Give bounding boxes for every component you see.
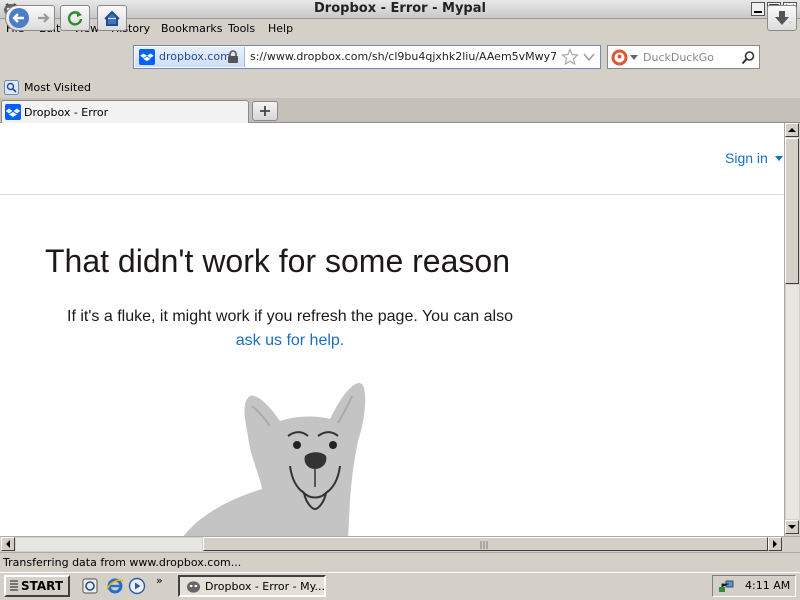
scroll-right-button[interactable] bbox=[768, 537, 782, 551]
vertical-scroll-thumb[interactable] bbox=[785, 138, 799, 284]
minimize-button[interactable] bbox=[751, 2, 765, 16]
back-forward-group bbox=[5, 5, 55, 31]
search-engine-dropdown-icon[interactable] bbox=[630, 55, 638, 61]
scroll-left-button[interactable] bbox=[1, 537, 15, 551]
home-button[interactable] bbox=[97, 5, 127, 31]
lock-icon bbox=[228, 50, 238, 63]
new-tab-button[interactable] bbox=[252, 101, 278, 121]
back-button[interactable] bbox=[6, 6, 32, 30]
back-arrow-icon bbox=[9, 8, 29, 28]
menu-help[interactable]: Help bbox=[268, 22, 293, 35]
menu-help-label: Help bbox=[268, 22, 294, 35]
bookmark-star-icon[interactable] bbox=[561, 48, 579, 66]
quicklaunch-ie-icon[interactable] bbox=[106, 577, 124, 595]
url-input[interactable]: s://www.dropbox.com/sh/cl9bu4qjxhk2liu/A… bbox=[250, 50, 556, 66]
sign-in-link[interactable]: Sign in bbox=[725, 150, 784, 166]
most-visited-folder-icon bbox=[4, 80, 19, 95]
menu-bookmarks[interactable]: Bookmarks bbox=[161, 22, 222, 35]
status-text: Transferring data from www.dropbox.com..… bbox=[3, 556, 242, 569]
tab-label: Dropbox - Error bbox=[24, 106, 109, 119]
error-heading: That didn't work for some reason bbox=[45, 243, 510, 279]
forward-arrow-icon bbox=[38, 13, 50, 23]
downloads-button[interactable] bbox=[767, 5, 797, 31]
page-viewport: Sign in That didn't work for some reason… bbox=[0, 123, 784, 536]
status-bar: Transferring data from www.dropbox.com..… bbox=[0, 552, 800, 572]
sign-in-label: Sign in bbox=[725, 150, 768, 166]
scroll-down-arrow-icon bbox=[788, 525, 796, 529]
scroll-up-button[interactable] bbox=[785, 123, 799, 137]
search-icon[interactable] bbox=[741, 50, 756, 65]
reload-icon bbox=[67, 11, 83, 26]
system-tray: 4:11 AM bbox=[712, 575, 796, 597]
tab-dropbox-error[interactable]: Dropbox - Error bbox=[1, 100, 249, 123]
error-message-text: If it's a fluke, it might work if you re… bbox=[67, 308, 513, 325]
download-arrow-icon bbox=[775, 11, 789, 25]
start-grip-icon bbox=[10, 580, 18, 591]
bookmarks-toolbar: Most Visited bbox=[0, 77, 800, 98]
horizontal-scrollbar[interactable] bbox=[0, 536, 800, 552]
site-identity-box[interactable]: dropbox.com bbox=[135, 47, 245, 67]
scroll-grip-icon bbox=[480, 541, 488, 549]
plus-icon bbox=[260, 106, 270, 116]
menu-bookmarks-label: Bookmarks bbox=[161, 22, 223, 35]
vertical-scrollbar[interactable] bbox=[784, 123, 800, 536]
taskbar-mypal-icon bbox=[186, 581, 201, 593]
scroll-right-arrow-icon bbox=[773, 540, 777, 548]
quicklaunch-media-player-icon[interactable] bbox=[128, 577, 146, 595]
identity-domain: dropbox.com bbox=[159, 50, 231, 63]
taskbar-item-label: Dropbox - Error - My... bbox=[205, 580, 326, 593]
search-input[interactable]: DuckDuckGo bbox=[643, 51, 714, 64]
forward-button[interactable] bbox=[33, 6, 55, 30]
dropbox-favicon-icon bbox=[139, 49, 155, 65]
home-icon bbox=[104, 10, 120, 26]
minimize-icon bbox=[754, 11, 762, 13]
error-message: If it's a fluke, it might work if you re… bbox=[30, 305, 550, 353]
network-tray-icon[interactable] bbox=[718, 578, 734, 594]
help-link[interactable]: ask us for help. bbox=[236, 332, 345, 349]
bookmark-most-visited[interactable]: Most Visited bbox=[3, 79, 93, 96]
vertical-scroll-track[interactable] bbox=[786, 285, 799, 519]
horizontal-scroll-thumb[interactable] bbox=[203, 537, 768, 551]
taskbar-item-dropbox-error[interactable]: Dropbox - Error - My... bbox=[178, 575, 326, 597]
caret-down-icon bbox=[774, 156, 783, 161]
scroll-up-arrow-icon bbox=[788, 128, 796, 132]
sad-bulldog-illustration bbox=[183, 382, 366, 536]
duckduckgo-icon[interactable] bbox=[611, 49, 628, 66]
start-label: START bbox=[21, 579, 64, 593]
url-dropdown-icon[interactable] bbox=[583, 52, 595, 62]
quicklaunch-overflow[interactable]: » bbox=[156, 574, 163, 587]
menu-tools-label: Tools bbox=[228, 22, 256, 35]
search-bar[interactable]: DuckDuckGo bbox=[607, 45, 760, 69]
bookmark-most-visited-label: Most Visited bbox=[24, 81, 91, 94]
clock[interactable]: 4:11 AM bbox=[745, 579, 790, 592]
start-button[interactable]: START bbox=[4, 575, 70, 597]
reload-button[interactable] bbox=[60, 5, 90, 31]
tab-dropbox-favicon-icon bbox=[5, 104, 21, 120]
scroll-left-arrow-icon bbox=[6, 540, 10, 548]
quicklaunch-desktop-icon[interactable] bbox=[81, 577, 99, 595]
scroll-down-button[interactable] bbox=[785, 520, 799, 534]
menu-tools[interactable]: Tools bbox=[228, 22, 255, 35]
header-divider bbox=[0, 194, 784, 195]
horizontal-scroll-track[interactable] bbox=[16, 538, 202, 551]
